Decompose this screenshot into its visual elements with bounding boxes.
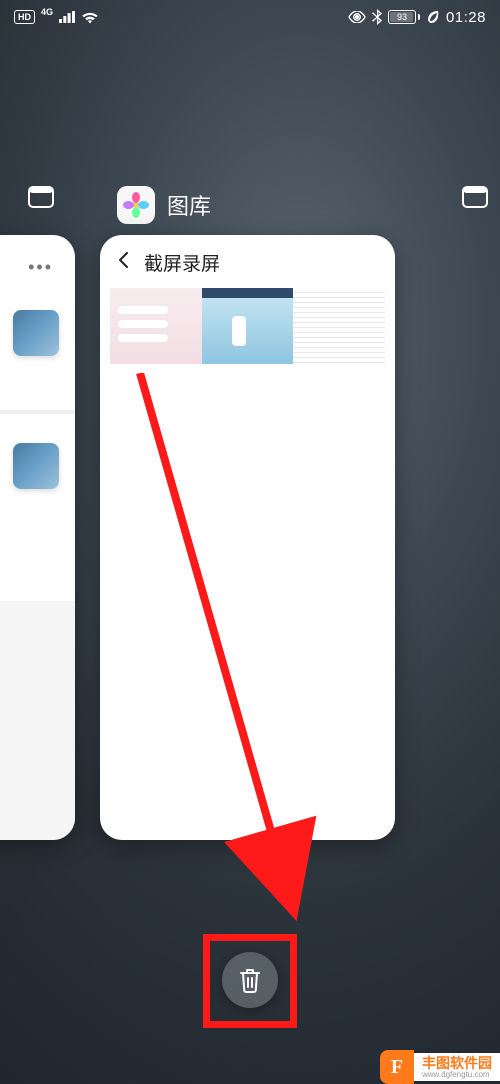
status-bar: HD 4G 93 01:28: [0, 0, 500, 34]
gallery-thumb[interactable]: [202, 288, 294, 364]
clear-all-button[interactable]: [222, 952, 278, 1008]
wifi-icon: [81, 11, 99, 24]
app-header-right: [460, 186, 490, 213]
watermark-cn: 丰图软件园: [422, 1056, 492, 1070]
back-icon[interactable]: [114, 250, 134, 275]
app-title: 图库: [167, 189, 211, 221]
hd-badge: HD: [14, 10, 35, 24]
clock-time: 01:28: [446, 9, 486, 26]
window-icon[interactable]: [462, 186, 488, 213]
site-watermark: F 丰图软件园 www.dgfengtu.com: [380, 1050, 500, 1084]
trash-icon: [238, 967, 262, 993]
battery-icon: 93: [388, 10, 420, 24]
gallery-thumb[interactable]: [110, 288, 202, 364]
leaf-icon: [426, 10, 440, 24]
battery-percent: 93: [397, 12, 407, 22]
chat-attachment-panel: ＋ 位置 文件: [0, 601, 75, 840]
app-header-main: 图库: [117, 186, 211, 224]
signal-icon: [59, 11, 75, 23]
wallpaper-thumb: [13, 310, 59, 356]
watermark-en: www.dgfengtu.com: [422, 1070, 492, 1080]
wallpaper-thumb: [13, 443, 59, 489]
gallery-folder-title: 截屏录屏: [144, 249, 220, 276]
app-header-left: [28, 186, 54, 213]
eye-icon: [348, 11, 366, 23]
gallery-thumb[interactable]: [293, 288, 385, 364]
watermark-badge: F: [380, 1050, 414, 1084]
bluetooth-icon: [372, 9, 382, 25]
gallery-thumb-row: [100, 288, 395, 364]
gallery-app-icon[interactable]: [117, 186, 155, 224]
network-gen: 4G: [41, 7, 53, 17]
more-icon[interactable]: •••: [28, 257, 53, 278]
recents-card-main[interactable]: 截屏录屏: [100, 235, 395, 840]
window-icon[interactable]: [28, 186, 54, 213]
recents-card-left[interactable]: ••• ＋ 位置: [0, 235, 75, 840]
